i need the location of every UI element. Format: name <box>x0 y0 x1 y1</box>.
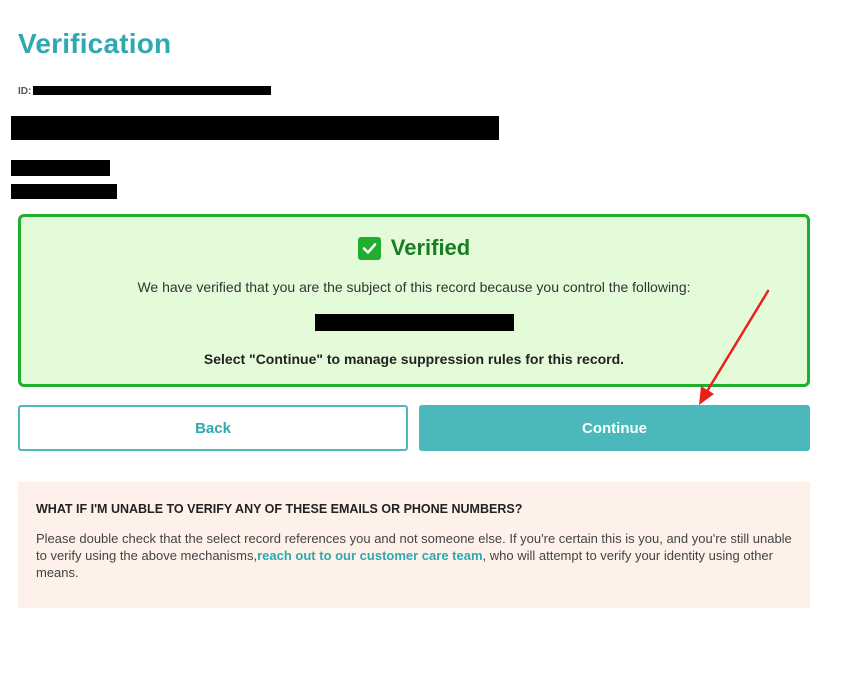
redacted-record-id <box>33 86 271 95</box>
redacted-record-name <box>11 116 499 140</box>
help-text: Please double check that the select reco… <box>36 530 792 581</box>
help-title: WHAT IF I'M UNABLE TO VERIFY ANY OF THES… <box>36 502 523 516</box>
customer-care-link[interactable]: reach out to our customer care team <box>257 548 482 563</box>
help-panel: WHAT IF I'M UNABLE TO VERIFY ANY OF THES… <box>18 482 810 608</box>
redacted-record-detail-2 <box>11 184 117 199</box>
back-button[interactable]: Back <box>18 405 408 451</box>
red-arrow-icon <box>699 289 770 405</box>
verification-page: Verification ID: Verified We have verifi… <box>0 0 857 676</box>
record-id-row: ID: <box>18 84 31 98</box>
continue-button[interactable]: Continue <box>419 405 810 451</box>
redacted-record-detail-1 <box>11 160 110 176</box>
page-title: Verification <box>18 28 172 59</box>
record-id-label: ID: <box>18 85 32 97</box>
redacted-contact-method <box>315 314 514 331</box>
verified-status: Verified <box>390 235 471 260</box>
verified-header: Verified <box>21 235 807 261</box>
checkbox-checked-icon <box>357 236 381 260</box>
